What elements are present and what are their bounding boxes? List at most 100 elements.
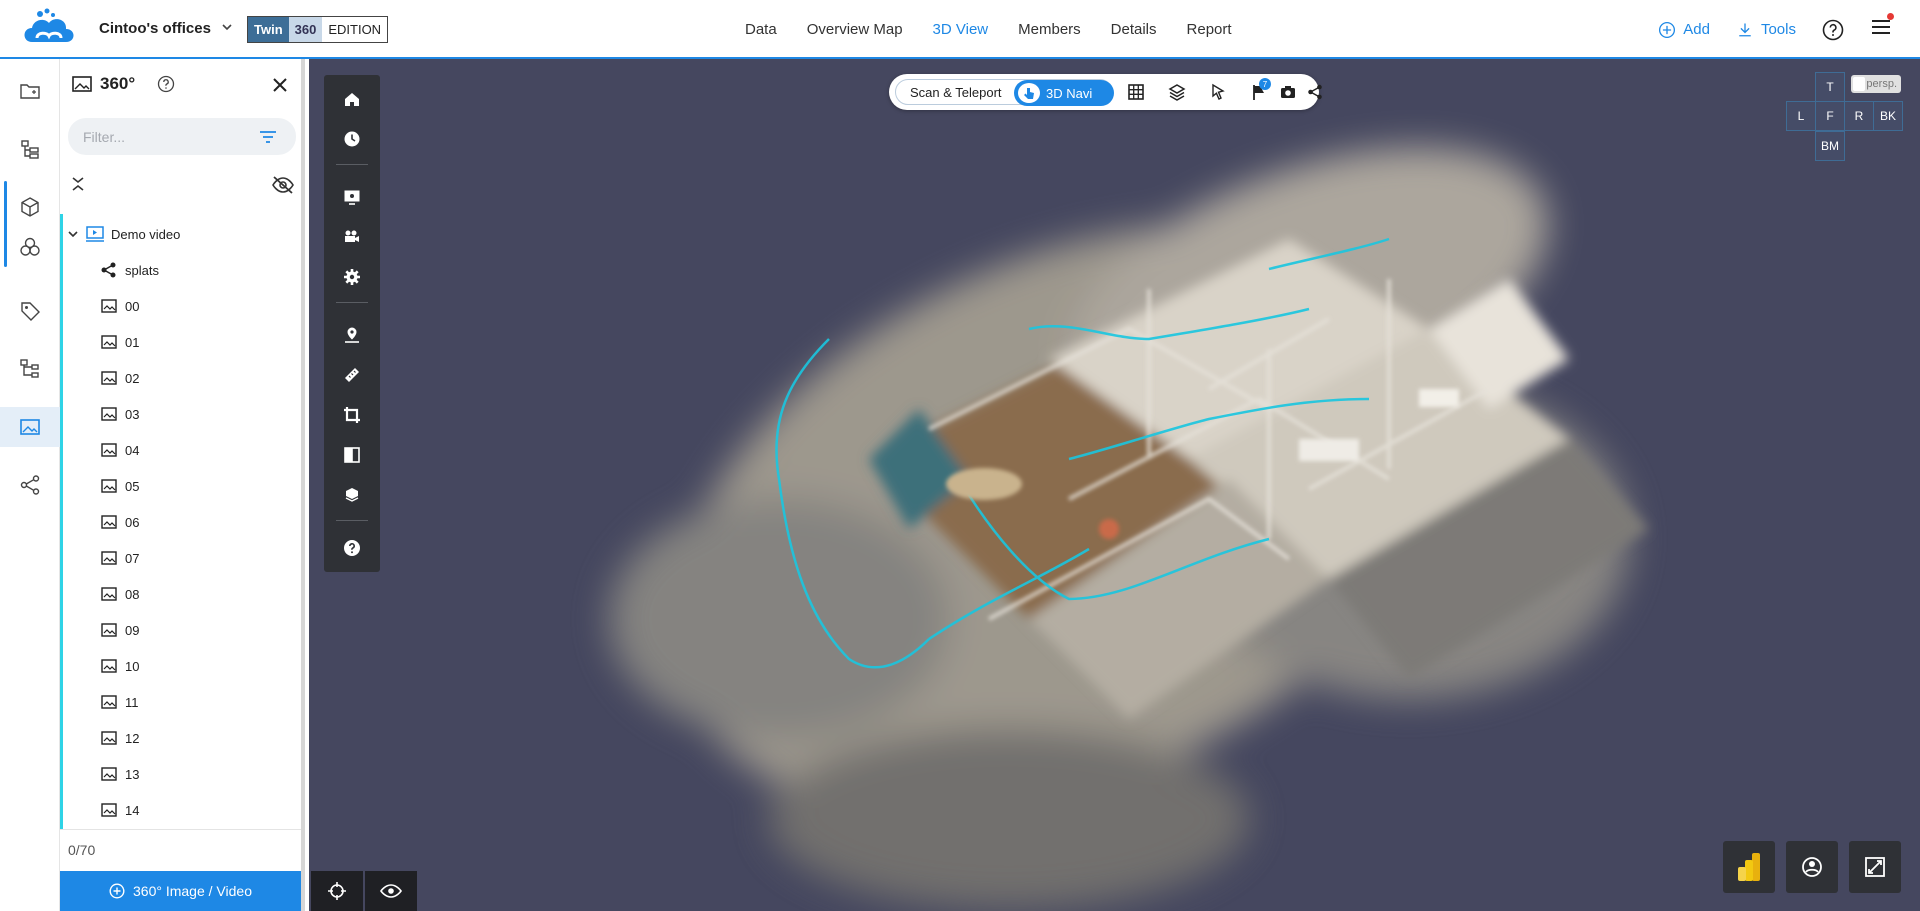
nav-overview-map[interactable]: Overview Map: [792, 0, 918, 59]
panel-360: 360° Demo video splats 00 01 02 03 04 05…: [60, 59, 305, 911]
share-icon: [20, 475, 40, 495]
panel-selection-accent: [60, 214, 63, 830]
list-item[interactable]: 07: [65, 540, 295, 576]
list-item[interactable]: 11: [65, 684, 295, 720]
list-item[interactable]: 00: [65, 288, 295, 324]
view-back[interactable]: BK: [1873, 101, 1903, 131]
list-item-label: 00: [125, 298, 140, 314]
settings-button[interactable]: [324, 259, 380, 295]
rail-hierarchy[interactable]: [0, 129, 60, 169]
grid-icon[interactable]: [1127, 83, 1145, 101]
close-icon[interactable]: [271, 76, 289, 94]
item-count: 0/70: [68, 842, 96, 858]
list-item[interactable]: 06: [65, 504, 295, 540]
list-item[interactable]: 09: [65, 612, 295, 648]
nav-data[interactable]: Data: [730, 0, 792, 59]
help-icon[interactable]: [157, 75, 175, 93]
view-front[interactable]: F: [1815, 101, 1845, 131]
display-button[interactable]: [324, 179, 380, 215]
crop-button[interactable]: [324, 397, 380, 433]
image-icon: [101, 335, 117, 349]
location-button[interactable]: [324, 317, 380, 353]
bim-button[interactable]: [324, 477, 380, 513]
add-button[interactable]: Add: [1658, 21, 1710, 39]
cursor-icon[interactable]: [1209, 83, 1227, 101]
360-view-button[interactable]: [1786, 841, 1838, 893]
rail-folder[interactable]: [0, 71, 60, 111]
tree-root[interactable]: Demo video: [65, 216, 295, 252]
eye-icon: [380, 884, 402, 898]
image-icon: [101, 515, 117, 529]
nav-3d-view[interactable]: 3D View: [917, 0, 1004, 61]
nav-report[interactable]: Report: [1172, 0, 1247, 59]
mode-3d-navi[interactable]: 3D Navi: [1014, 80, 1114, 106]
mode-scan-teleport[interactable]: Scan & Teleport: [910, 85, 1002, 100]
hamburger-menu[interactable]: [1870, 13, 1894, 43]
rail-share[interactable]: [0, 465, 60, 505]
help-icon[interactable]: [1822, 19, 1844, 41]
list-item[interactable]: 12: [65, 720, 295, 756]
chevron-down-icon[interactable]: [67, 228, 79, 240]
list-item[interactable]: 04: [65, 432, 295, 468]
help-button[interactable]: [324, 530, 380, 566]
collapse-all-icon[interactable]: [70, 174, 86, 194]
share-icon[interactable]: [1307, 83, 1323, 101]
filter-icon[interactable]: [258, 128, 278, 146]
measure-button[interactable]: [324, 357, 380, 393]
compare-button[interactable]: [324, 437, 380, 473]
chevron-down-icon[interactable]: [220, 20, 234, 34]
power-bi-button[interactable]: [1723, 841, 1775, 893]
list-item[interactable]: 05: [65, 468, 295, 504]
projection-toggle[interactable]: persp.: [1851, 75, 1901, 93]
eye-off-icon[interactable]: [271, 175, 295, 195]
fullscreen-button[interactable]: [1849, 841, 1901, 893]
image-icon: [101, 407, 117, 421]
notification-dot: [1887, 13, 1894, 20]
video-icon: [86, 226, 104, 242]
add-360-label: 360° Image / Video: [133, 883, 252, 899]
list-item[interactable]: splats: [65, 252, 295, 288]
rail-tree-structure[interactable]: [0, 349, 60, 389]
camera-path-button[interactable]: [324, 219, 380, 255]
rail-3d-models[interactable]: [0, 181, 60, 267]
point-cloud-scene[interactable]: [309, 59, 1920, 911]
folder-icon: [20, 84, 40, 99]
camera-icon[interactable]: [1279, 83, 1297, 101]
nav-members[interactable]: Members: [1003, 0, 1096, 59]
tools-button[interactable]: Tools: [1736, 21, 1796, 39]
ruler-icon: [345, 368, 359, 382]
view-right[interactable]: R: [1844, 101, 1874, 131]
visibility-button[interactable]: [365, 871, 417, 911]
tree-structure-icon: [20, 359, 39, 378]
list-item[interactable]: 08: [65, 576, 295, 612]
crop-icon: [344, 407, 360, 423]
recenter-button[interactable]: [311, 871, 363, 911]
layers-icon[interactable]: [1168, 83, 1186, 101]
left-rail: [0, 59, 60, 911]
list-item[interactable]: 03: [65, 396, 295, 432]
view-bottom[interactable]: BM: [1815, 131, 1845, 161]
list-item[interactable]: 02: [65, 360, 295, 396]
edition-label: EDITION: [322, 17, 388, 42]
list-item[interactable]: 13: [65, 756, 295, 792]
list-item[interactable]: 10: [65, 648, 295, 684]
3d-viewport[interactable]: Scan & Teleport 3D Navi 7 T L F R BK BM …: [309, 59, 1920, 911]
rail-scans[interactable]: [0, 227, 60, 267]
view-left[interactable]: L: [1786, 101, 1816, 131]
panorama-icon: [20, 419, 40, 435]
list-item[interactable]: 14: [65, 792, 295, 826]
cintoo-logo[interactable]: [20, 8, 78, 48]
add-360-button[interactable]: 360° Image / Video: [60, 871, 301, 911]
cube-icon: [21, 197, 39, 217]
list-item-label: 13: [125, 766, 140, 782]
list-item[interactable]: 01: [65, 324, 295, 360]
view-top[interactable]: T: [1815, 72, 1845, 102]
project-name[interactable]: Cintoo's offices: [99, 20, 211, 37]
history-button[interactable]: [324, 121, 380, 157]
home-button[interactable]: [324, 81, 380, 117]
hierarchy-icon: [21, 140, 39, 159]
rail-tags[interactable]: [0, 291, 60, 331]
nav-details[interactable]: Details: [1096, 0, 1172, 59]
mode-toggle[interactable]: Scan & Teleport 3D Navi: [895, 79, 1114, 106]
rail-360[interactable]: [0, 407, 60, 447]
